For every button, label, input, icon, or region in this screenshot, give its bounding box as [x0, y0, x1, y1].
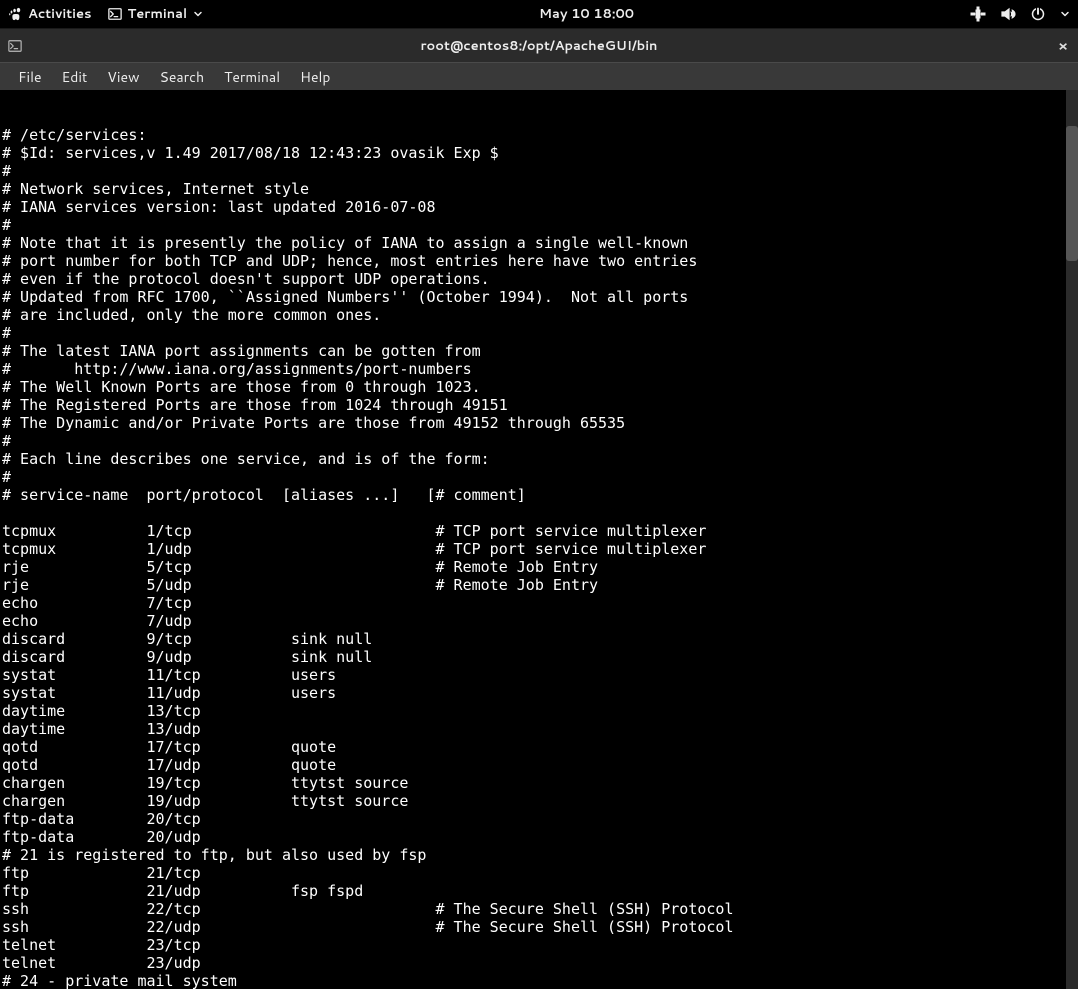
window-title-bar[interactable]: root@centos8:/opt/ApacheGUI/bin ×: [0, 28, 1078, 62]
menu-file[interactable]: File: [8, 63, 52, 91]
menu-bar: File Edit View Search Terminal Help: [0, 62, 1078, 90]
window-title: root@centos8:/opt/ApacheGUI/bin: [421, 37, 658, 55]
menu-terminal[interactable]: Terminal: [214, 63, 290, 91]
chevron-down-icon: [1060, 9, 1070, 19]
app-menu-button[interactable]: Terminal: [108, 5, 204, 23]
scrollbar[interactable]: [1066, 90, 1078, 989]
app-menu-label: Terminal: [128, 5, 188, 23]
menu-view[interactable]: View: [97, 63, 149, 91]
terminal-viewport[interactable]: # /etc/services: # $Id: services,v 1.49 …: [0, 90, 1078, 989]
volume-icon: [1000, 6, 1016, 22]
activities-button[interactable]: Activities: [8, 5, 92, 23]
gnome-top-bar: Activities Terminal May 10 18:00: [0, 0, 1078, 28]
menu-search[interactable]: Search: [150, 63, 215, 91]
power-icon: [1030, 6, 1046, 22]
menu-help[interactable]: Help: [290, 63, 340, 91]
scrollbar-thumb[interactable]: [1066, 126, 1078, 261]
terminal-window-icon: [8, 39, 22, 53]
terminal-output: # /etc/services: # $Id: services,v 1.49 …: [2, 126, 1076, 989]
system-status-area[interactable]: [970, 6, 1070, 22]
gnome-foot-icon: [8, 7, 22, 21]
network-icon: [970, 6, 986, 22]
window-close-button[interactable]: ×: [1058, 36, 1068, 56]
terminal-app-icon: [108, 7, 122, 21]
activities-label: Activities: [28, 5, 92, 23]
chevron-down-icon: [193, 9, 203, 19]
clock[interactable]: May 10 18:00: [539, 5, 634, 23]
menu-edit[interactable]: Edit: [52, 63, 98, 91]
